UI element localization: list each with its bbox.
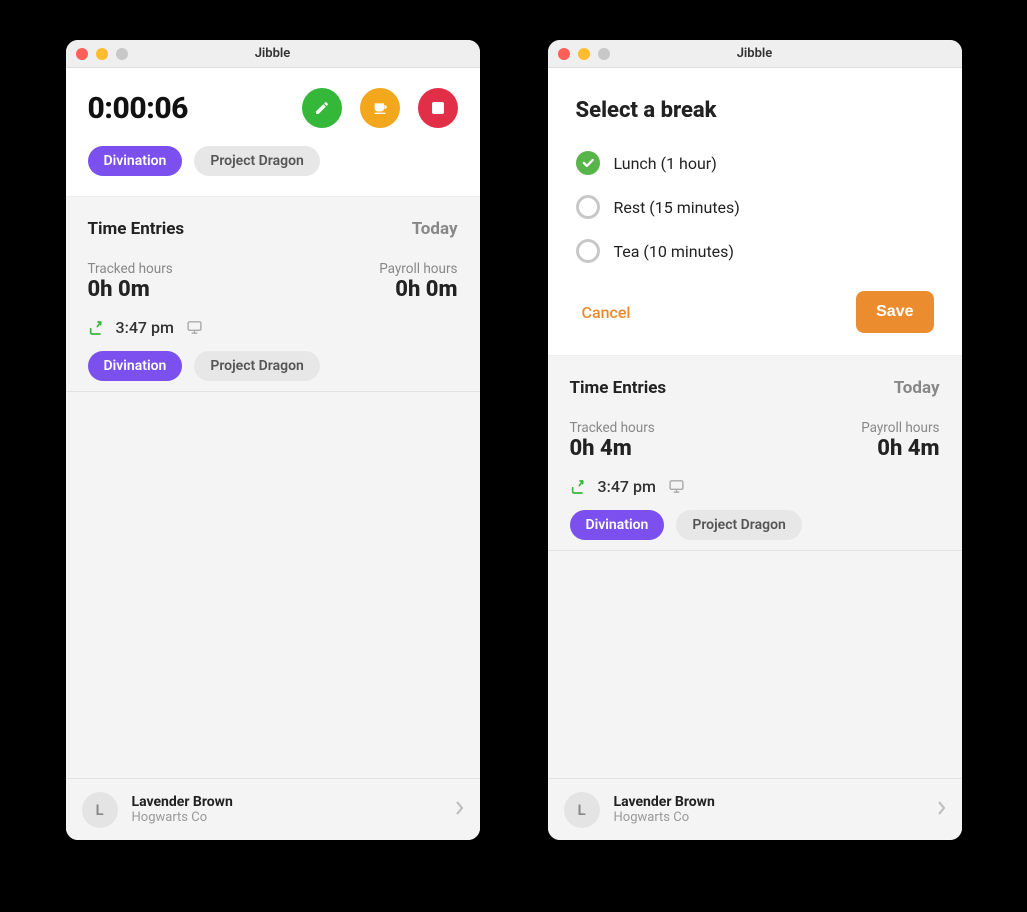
entries-panel: Time Entries Today Tracked hours 0h 0m P… <box>66 197 480 778</box>
radio-unchecked-icon <box>576 239 600 263</box>
payroll-label: Payroll hours <box>861 420 939 436</box>
payroll-value: 0h 4m <box>861 436 939 461</box>
user-company: Hogwarts Co <box>614 810 922 825</box>
minimize-icon[interactable] <box>578 48 590 60</box>
titlebar: Jibble <box>66 40 480 68</box>
desktop-icon <box>668 478 685 495</box>
entries-title: Time Entries <box>88 219 185 239</box>
user-name: Lavender Brown <box>614 794 922 810</box>
clock-in-icon <box>88 320 104 336</box>
break-title: Select a break <box>576 98 934 123</box>
break-option-label: Rest (15 minutes) <box>614 198 740 217</box>
coffee-icon <box>372 100 388 116</box>
break-option-tea[interactable]: Tea (10 minutes) <box>576 229 934 273</box>
tag-secondary[interactable]: Project Dragon <box>194 146 320 176</box>
save-button[interactable]: Save <box>856 291 933 333</box>
desktop-icon <box>186 319 203 336</box>
divider <box>548 550 962 551</box>
zoom-icon[interactable] <box>116 48 128 60</box>
titlebar: Jibble <box>548 40 962 68</box>
entry-tag-secondary[interactable]: Project Dragon <box>194 351 320 381</box>
entries-day: Today <box>894 378 940 398</box>
avatar: L <box>564 792 600 828</box>
break-select-panel: Select a break Lunch (1 hour) Rest (15 m… <box>548 68 962 356</box>
tag-primary[interactable]: Divination <box>88 146 183 176</box>
radio-unchecked-icon <box>576 195 600 219</box>
entry-tag-primary[interactable]: Divination <box>570 510 665 540</box>
radio-checked-icon <box>576 151 600 175</box>
cancel-button[interactable]: Cancel <box>576 303 631 322</box>
tracked-label: Tracked hours <box>570 420 655 436</box>
stop-button[interactable] <box>418 88 458 128</box>
entries-day: Today <box>412 219 458 239</box>
break-option-lunch[interactable]: Lunch (1 hour) <box>576 141 934 185</box>
user-name: Lavender Brown <box>132 794 440 810</box>
footer[interactable]: L Lavender Brown Hogwarts Co <box>66 778 480 840</box>
user-company: Hogwarts Co <box>132 810 440 825</box>
pencil-icon <box>314 100 330 116</box>
tracked-value: 0h 4m <box>570 436 655 461</box>
entries-title: Time Entries <box>570 378 667 398</box>
footer[interactable]: L Lavender Brown Hogwarts Co <box>548 778 962 840</box>
close-icon[interactable] <box>558 48 570 60</box>
entry-tag-primary[interactable]: Divination <box>88 351 183 381</box>
entries-panel: Time Entries Today Tracked hours 0h 4m P… <box>548 356 962 778</box>
app-window-left: Jibble 0:00:06 Divination Project Dragon <box>66 40 480 840</box>
divider <box>66 391 480 392</box>
payroll-label: Payroll hours <box>379 261 457 277</box>
entry-tag-secondary[interactable]: Project Dragon <box>676 510 802 540</box>
break-option-label: Tea (10 minutes) <box>614 242 734 261</box>
zoom-icon[interactable] <box>598 48 610 60</box>
break-button[interactable] <box>360 88 400 128</box>
break-option-label: Lunch (1 hour) <box>614 154 717 173</box>
break-option-rest[interactable]: Rest (15 minutes) <box>576 185 934 229</box>
tracked-label: Tracked hours <box>88 261 173 277</box>
entry-row[interactable]: 3:47 pm <box>570 473 940 510</box>
chevron-right-icon <box>454 800 464 820</box>
entry-row[interactable]: 3:47 pm <box>88 314 458 351</box>
entry-time: 3:47 pm <box>598 477 656 496</box>
stop-icon <box>432 102 444 114</box>
minimize-icon[interactable] <box>96 48 108 60</box>
chevron-right-icon <box>936 800 946 820</box>
avatar: L <box>82 792 118 828</box>
entry-time: 3:47 pm <box>116 318 174 337</box>
traffic-lights <box>558 48 610 60</box>
timer-display: 0:00:06 <box>88 91 188 126</box>
close-icon[interactable] <box>76 48 88 60</box>
app-window-right: Jibble Select a break Lunch (1 hour) Res… <box>548 40 962 840</box>
payroll-value: 0h 0m <box>379 277 457 302</box>
window-title: Jibble <box>737 46 773 61</box>
timer-panel: 0:00:06 Divination Project Dragon <box>66 68 480 197</box>
traffic-lights <box>76 48 128 60</box>
edit-button[interactable] <box>302 88 342 128</box>
window-title: Jibble <box>255 46 291 61</box>
clock-in-icon <box>570 479 586 495</box>
tracked-value: 0h 0m <box>88 277 173 302</box>
